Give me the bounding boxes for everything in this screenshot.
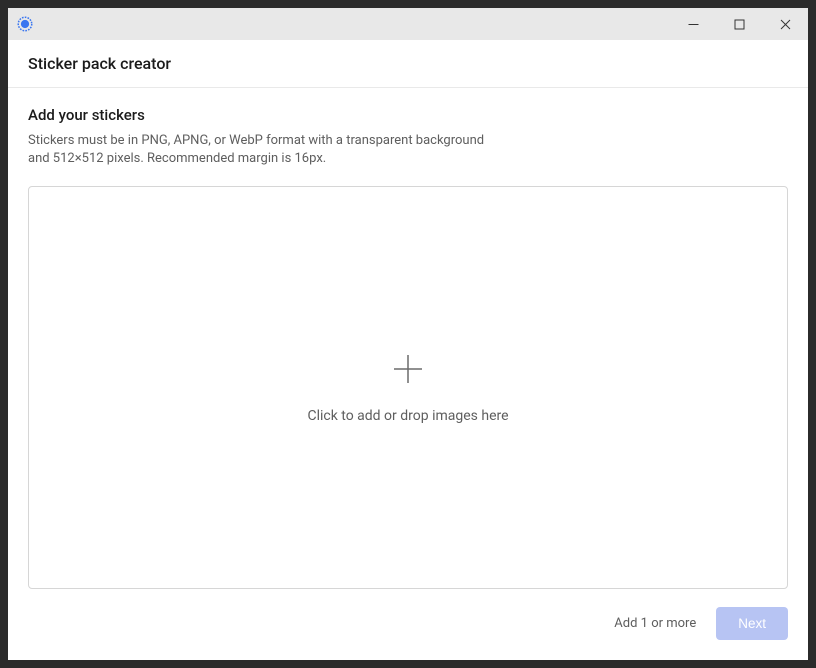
footer: Add 1 or more Next: [8, 607, 808, 660]
content-area: Add your stickers Stickers must be in PN…: [8, 88, 808, 607]
signal-app-icon: [16, 15, 34, 33]
app-window: Sticker pack creator Add your stickers S…: [8, 8, 808, 660]
window-controls: [670, 8, 808, 40]
section-description: Stickers must be in PNG, APNG, or WebP f…: [28, 132, 488, 168]
plus-icon: [391, 352, 425, 390]
titlebar: [8, 8, 808, 40]
section-title: Add your stickers: [28, 106, 788, 124]
dropzone-text: Click to add or drop images here: [307, 408, 508, 424]
sticker-dropzone[interactable]: Click to add or drop images here: [28, 186, 788, 589]
page-title: Sticker pack creator: [28, 54, 788, 73]
page-header: Sticker pack creator: [8, 40, 808, 88]
footer-hint: Add 1 or more: [614, 616, 696, 631]
close-button[interactable]: [762, 8, 808, 40]
maximize-button[interactable]: [716, 8, 762, 40]
minimize-button[interactable]: [670, 8, 716, 40]
next-button[interactable]: Next: [716, 607, 788, 640]
